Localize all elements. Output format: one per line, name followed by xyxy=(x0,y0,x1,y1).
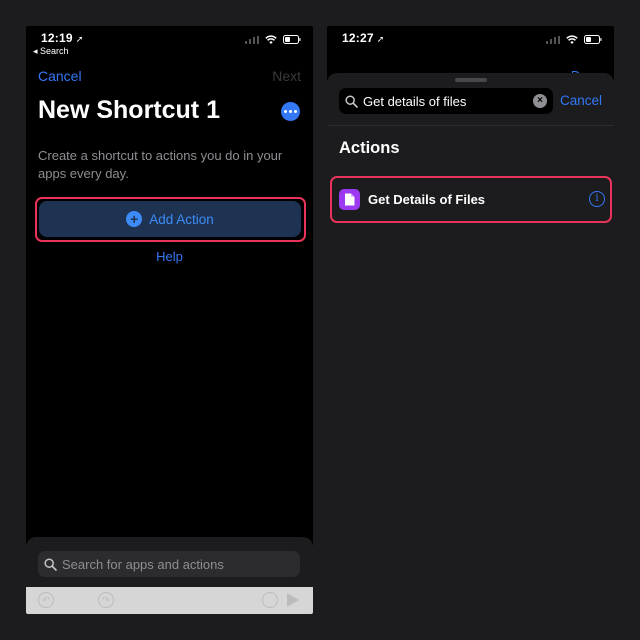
signal-icon xyxy=(545,35,560,44)
next-button[interactable]: Next xyxy=(272,68,301,84)
shortcut-description: Create a shortcut to actions you do in y… xyxy=(38,148,283,181)
file-icon xyxy=(339,189,360,210)
divider xyxy=(327,125,614,126)
plus-icon: + xyxy=(126,211,143,227)
search-input[interactable]: Get details of files × xyxy=(339,88,553,114)
add-action-label: Add Action xyxy=(149,211,214,227)
left-screen: 12:19 ➚ ◂ Search Cancel Next New Shortcut… xyxy=(26,26,313,614)
section-title: Actions xyxy=(339,139,400,157)
cancel-button[interactable]: Cancel xyxy=(560,93,602,108)
location-arrow-icon: ➚ xyxy=(376,34,385,44)
status-time-text: 12:27 xyxy=(342,31,374,45)
status-bar: 12:19 ➚ ◂ Search xyxy=(26,26,313,70)
battery-icon xyxy=(283,35,301,44)
back-to-search-link[interactable]: ◂ Search xyxy=(33,46,69,57)
battery-icon xyxy=(584,35,602,44)
editor-toolbar: ↶ ↷ xyxy=(26,587,313,614)
right-screen: 12:27➚ Done Get details of files × Cance… xyxy=(327,26,614,614)
redo-icon[interactable]: ↷ xyxy=(98,592,114,608)
status-time: 12:27 ➚ xyxy=(342,31,384,45)
status-icons xyxy=(244,35,302,44)
status-time-text: 12:19 xyxy=(41,31,73,45)
action-search-sheet: Search for apps and actions xyxy=(26,537,313,587)
search-placeholder: Search for apps and actions xyxy=(62,556,224,572)
location-arrow-icon: ➚ xyxy=(75,34,84,44)
clear-icon[interactable]: × xyxy=(533,94,547,108)
signal-icon xyxy=(244,35,259,44)
status-time: 12:19 ➚ xyxy=(41,31,83,45)
action-search-sheet: Get details of files × Cancel Actions Ge… xyxy=(327,73,614,614)
status-bar: 12:27 ➚ xyxy=(327,26,614,70)
sheet-grabber[interactable] xyxy=(455,78,487,82)
page-title: New Shortcut 1 xyxy=(38,96,220,124)
search-value: Get details of files xyxy=(363,93,467,109)
add-action-button[interactable]: + Add Action xyxy=(39,201,301,237)
undo-icon[interactable]: ↶ xyxy=(38,592,54,608)
search-icon xyxy=(345,94,358,108)
help-link[interactable]: Help xyxy=(26,249,313,264)
wifi-icon xyxy=(265,35,277,44)
status-icons xyxy=(545,35,603,44)
search-icon xyxy=(44,557,57,571)
cancel-button[interactable]: Cancel xyxy=(38,68,82,84)
search-input[interactable]: Search for apps and actions xyxy=(38,551,300,577)
wifi-icon xyxy=(566,35,578,44)
settings-icon[interactable] xyxy=(262,592,278,608)
info-icon[interactable]: i xyxy=(589,191,605,207)
action-result-item[interactable]: Get Details of Files i xyxy=(334,180,608,219)
play-icon[interactable] xyxy=(287,593,299,607)
result-label: Get Details of Files xyxy=(368,192,486,207)
more-icon[interactable] xyxy=(281,102,300,121)
